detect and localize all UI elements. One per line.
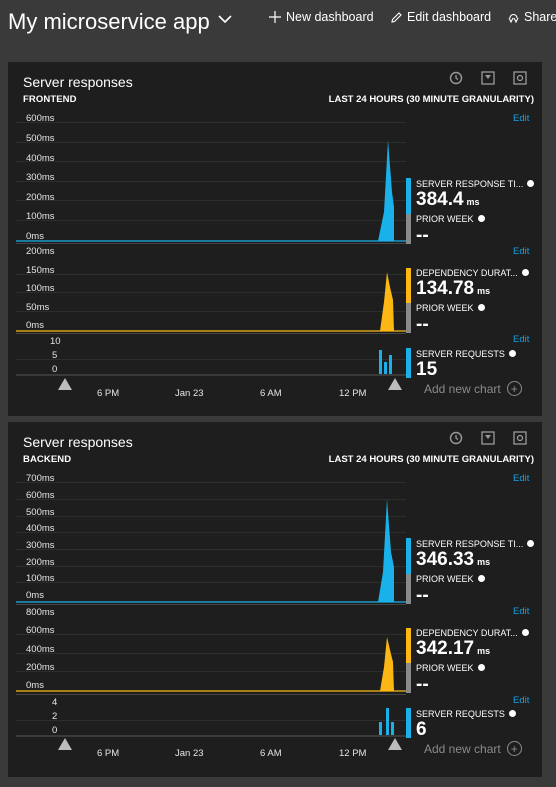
share-label: Share — [524, 10, 556, 24]
legend-prior-value: -- — [416, 674, 429, 695]
legend-prior-name[interactable]: PRIOR WEEK — [416, 214, 485, 224]
x-tick-label: Jan 23 — [175, 748, 204, 759]
server-response-chart[interactable] — [8, 62, 542, 416]
new-dashboard-label: New dashboard — [286, 10, 374, 24]
legend-metric-value: 15 — [416, 359, 438, 380]
share-button[interactable]: Share — [506, 10, 556, 24]
legend-metric-name[interactable]: DEPENDENCY DURAT... — [416, 268, 529, 278]
x-tick-label: 6 AM — [260, 388, 282, 399]
edit-dashboard-button[interactable]: Edit dashboard — [389, 10, 491, 24]
x-tick-label: 6 AM — [260, 748, 282, 759]
metric-dot-icon — [477, 304, 485, 311]
legend-prior-value: -- — [416, 585, 429, 606]
legend-metric-name[interactable]: DEPENDENCY DURAT... — [416, 628, 529, 638]
metric-dot-icon — [477, 215, 485, 222]
legend-swatch — [406, 574, 411, 604]
new-dashboard-button[interactable]: New dashboard — [268, 10, 374, 24]
x-tick-label: Jan 23 — [175, 388, 204, 399]
x-tick-label: 6 PM — [97, 388, 120, 399]
legend-metric-name[interactable]: SERVER RESPONSE TI... — [416, 179, 535, 189]
legend-swatch — [406, 538, 411, 575]
legend-swatch — [406, 303, 411, 333]
metric-dot-icon — [508, 710, 516, 717]
legend-metric-value: 384.4 ms — [416, 189, 480, 210]
range-start-handle[interactable] — [58, 378, 72, 390]
range-end-handle[interactable] — [388, 378, 402, 390]
add-circle-icon: + — [506, 741, 522, 756]
x-tick-label: 12 PM — [339, 388, 367, 399]
legend-prior-value: -- — [416, 314, 429, 335]
add-circle-icon: + — [506, 381, 522, 396]
legend-swatch — [406, 348, 411, 378]
legend-prior-value: -- — [416, 225, 429, 246]
backend-response-chart[interactable] — [8, 422, 542, 777]
backend-panel: Server responses BACKEND LAST 24 HOURS (… — [8, 422, 542, 777]
frontend-panel: Server responses FRONTEND LAST 24 HOURS … — [8, 62, 542, 416]
add-new-chart-button[interactable]: Add new chart + — [424, 381, 522, 396]
legend-prior-name[interactable]: PRIOR WEEK — [416, 574, 485, 584]
metric-dot-icon — [477, 575, 485, 582]
dashboard-title[interactable]: My microservice app — [8, 9, 210, 35]
legend-metric-value: 6 — [416, 719, 427, 740]
x-tick-label: 12 PM — [339, 748, 367, 759]
metric-dot-icon — [477, 664, 485, 671]
metric-dot-icon — [508, 350, 516, 357]
legend-metric-value: 346.33 ms — [416, 549, 491, 570]
range-start-handle[interactable] — [58, 738, 72, 750]
range-end-handle[interactable] — [388, 738, 402, 750]
chevron-down-icon[interactable] — [218, 12, 232, 26]
metric-dot-icon — [527, 180, 535, 187]
metric-dot-icon — [527, 540, 535, 547]
legend-metric-value: 134.78 ms — [416, 278, 491, 299]
legend-swatch — [406, 663, 411, 693]
metric-dot-icon — [521, 269, 529, 276]
add-new-chart-button[interactable]: Add new chart + — [424, 741, 522, 756]
legend-metric-name[interactable]: SERVER RESPONSE TI... — [416, 539, 535, 549]
legend-swatch — [406, 214, 411, 244]
legend-swatch — [406, 178, 411, 215]
legend-swatch — [406, 628, 411, 665]
metric-dot-icon — [521, 629, 529, 636]
share-icon — [506, 10, 520, 24]
legend-prior-name[interactable]: PRIOR WEEK — [416, 303, 485, 313]
legend-swatch — [406, 268, 411, 305]
legend-swatch — [406, 708, 411, 738]
legend-metric-name[interactable]: SERVER REQUESTS — [416, 349, 516, 359]
edit-dashboard-label: Edit dashboard — [407, 10, 492, 24]
legend-prior-name[interactable]: PRIOR WEEK — [416, 663, 485, 673]
plus-icon — [268, 10, 282, 24]
legend-metric-value: 342.17 ms — [416, 638, 491, 659]
pencil-icon — [389, 10, 403, 24]
legend-metric-name[interactable]: SERVER REQUESTS — [416, 709, 516, 719]
x-tick-label: 6 PM — [97, 748, 120, 759]
